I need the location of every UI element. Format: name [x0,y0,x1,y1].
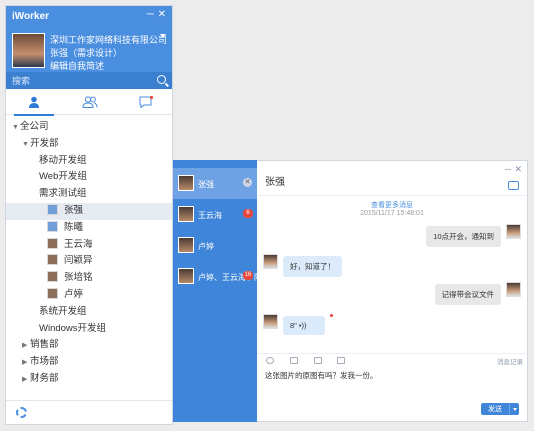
chevron-down-icon[interactable] [160,34,166,38]
avatar [178,175,194,191]
avatar[interactable] [12,33,45,68]
search-input[interactable] [6,72,146,89]
tree-member[interactable]: 王云海 [6,237,172,254]
avatar [178,237,194,253]
chat-title: 张强 [265,177,285,188]
tree-member[interactable]: 张强 [6,202,172,220]
tree-member[interactable]: 卢婷 [6,287,172,304]
chat-window: 张强 ─ ✕ 查看更多消息 2015/11/17 15:48:01 10点开会，… [257,160,528,422]
tree-node-dept-sales[interactable]: ▶ 销售部 [6,337,172,354]
tree-node-company[interactable]: ▼全公司 [6,119,172,136]
screen-share-icon[interactable] [508,181,519,190]
avatar [506,282,521,297]
conversation-name: 卢婷 [198,242,214,251]
tab-contacts[interactable] [6,89,62,116]
avatar [178,268,194,284]
conversation-name: 王云海 [198,211,222,220]
avatar [263,254,278,269]
minimize-button[interactable]: ─ [147,9,154,20]
tree-node-group-win[interactable]: Windows开发组 [6,321,172,338]
org-tree: ▼全公司 ▼开发部 移动开发组 Web开发组 需求测试组 张强 陈曦 王云海 闫… [6,115,172,388]
message-area: 查看更多消息 2015/11/17 15:48:01 10点开会，通知到 好，知… [257,195,527,353]
search-bar [6,72,172,89]
tree-member[interactable]: 闫颖异 [6,253,172,270]
tree-node-dept-finance[interactable]: ▶ 财务部 [6,371,172,388]
message-bubble: 记得带会议文件 [434,284,501,305]
conversation-item[interactable]: 张强 ✕ [173,168,257,199]
unread-badge: 16 [243,271,253,280]
avatar [263,314,278,329]
unread-badge: 6 [243,209,253,218]
avatar [47,237,58,249]
conversation-name: 张强 [198,180,214,189]
tree-node-group-web[interactable]: Web开发组 [6,169,172,186]
close-button[interactable]: ✕ [514,164,522,175]
avatar [178,206,194,222]
gear-icon[interactable] [16,407,27,418]
avatar [47,203,58,215]
tree-member[interactable]: 张培铭 [6,270,172,287]
message-bubble: 10点开会，通知到 [426,226,501,247]
user-name: 张强（需求设计） [50,48,123,58]
signature-edit[interactable]: 编辑自我简述 [50,59,104,72]
tree-node-group-mobile[interactable]: 移动开发组 [6,153,172,170]
conversation-item[interactable]: 卢婷 [173,230,257,261]
search-icon[interactable] [157,75,166,84]
company-name: 深圳工作家网络科技有限公司 [50,35,168,45]
message-timestamp: 2015/11/17 15:48:01 [360,210,424,217]
tree-member[interactable]: 陈曦 [6,220,172,237]
tab-groups[interactable] [62,89,118,115]
avatar [47,271,58,283]
tab-bar [6,89,174,116]
screenshot-icon[interactable] [290,357,298,364]
conversation-list: 张强 ✕ 王云海 6 卢婷 卢婷、王云海、陈... 16 [173,160,269,422]
message-history-link[interactable]: 消息记录 [497,356,523,366]
voice-message[interactable]: 8" •)) [283,316,325,335]
profile-header: iWorker ─ ✕ 深圳工作家网络科技有限公司 张强（需求设计） 编辑自我简… [6,6,172,89]
avatar [47,254,58,266]
avatar [47,287,58,299]
app-title: iWorker [12,11,50,22]
minimize-button[interactable]: ─ [505,164,511,174]
avatar [47,220,58,232]
close-icon[interactable]: ✕ [243,178,252,187]
send-button[interactable]: 发送 [481,403,519,415]
send-label: 发送 [488,406,502,413]
tree-node-dept-market[interactable]: ▶ 市场部 [6,354,172,371]
tree-node-dept-dev[interactable]: ▼开发部 [6,136,172,153]
conversation-item[interactable]: 卢婷、王云海、陈... 16 [173,261,269,292]
chevron-down-icon[interactable] [509,403,519,415]
contacts-window: iWorker ─ ✕ 深圳工作家网络科技有限公司 张强（需求设计） 编辑自我简… [5,5,173,425]
tree-node-group-req[interactable]: 需求测试组 [6,186,172,203]
emoji-icon[interactable] [266,357,274,364]
footer-bar [6,400,172,424]
input-toolbar: 消息记录 [257,353,527,367]
message-bubble: 好，知道了！ [283,256,342,277]
tree-node-group-sys[interactable]: 系统开发组 [6,304,172,321]
groups-icon [82,96,98,108]
contacts-icon [29,96,39,108]
close-button[interactable]: ✕ [158,9,166,20]
messages-icon [139,96,153,108]
folder-icon[interactable] [337,357,345,364]
unread-dot [330,314,333,317]
load-history-link[interactable]: 查看更多消息 [257,200,527,210]
tab-messages[interactable] [118,89,174,115]
avatar [506,224,521,239]
image-icon[interactable] [314,357,322,364]
conversation-item[interactable]: 王云海 6 [173,199,257,230]
message-input[interactable]: 这张图片的原图有吗？发我一份。 [265,370,520,398]
